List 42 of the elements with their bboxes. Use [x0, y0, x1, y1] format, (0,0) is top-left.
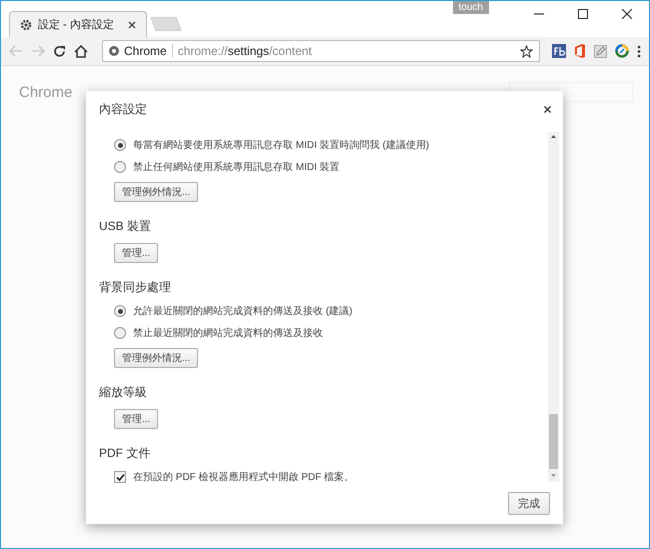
option-label: 禁止最近關閉的網站完成資料的傳送及接收 — [133, 326, 323, 340]
app-title: Chrome — [19, 84, 72, 100]
home-icon[interactable] — [74, 44, 88, 58]
site-label: Chrome — [124, 44, 167, 58]
manage-button[interactable]: 管理例外情況... — [114, 348, 198, 368]
radio-button[interactable] — [114, 139, 126, 151]
circle-logo-icon[interactable] — [615, 44, 629, 58]
radio-button[interactable] — [114, 327, 126, 339]
chrome-logo-icon — [109, 46, 119, 56]
option-label: 每當有網站要使用系統專用訊息存取 MIDI 裝置時詢問我 (建議使用) — [133, 138, 430, 152]
option-label: 在預設的 PDF 檢視器應用程式中開啟 PDF 檔案。 — [133, 470, 354, 484]
edit-square-icon[interactable] — [594, 44, 607, 58]
section-heading: 縮放等級 — [99, 384, 147, 401]
touch-badge: touch — [452, 1, 489, 14]
radio-button[interactable] — [114, 161, 126, 173]
menu-icon[interactable] — [637, 44, 641, 58]
close-icon[interactable] — [544, 106, 551, 113]
manage-button[interactable]: 管理... — [114, 243, 158, 263]
section-heading: PDF 文件 — [99, 445, 150, 462]
option-label: 允許最近關閉的網站完成資料的傳送及接收 (建議) — [133, 304, 352, 318]
address-bar[interactable]: Chrome chrome://settings/content — [102, 40, 540, 62]
manage-button[interactable]: 管理... — [114, 409, 158, 429]
manage-button[interactable]: 管理例外情況... — [114, 182, 198, 202]
done-button[interactable]: 完成 — [508, 492, 550, 514]
scrollbar[interactable] — [548, 132, 559, 482]
section-heading: USB 裝置 — [99, 218, 152, 235]
gear-icon — [20, 18, 32, 30]
section-heading: 背景同步處理 — [99, 279, 171, 296]
star-icon[interactable] — [520, 44, 533, 58]
browser-tab[interactable]: 設定 - 內容設定 — [9, 11, 147, 37]
tab-title: 設定 - 內容設定 — [38, 18, 115, 32]
radio-button[interactable] — [114, 305, 126, 317]
url-text: chrome://settings/content — [178, 44, 312, 58]
office-icon[interactable] — [574, 44, 586, 58]
option-label: 禁止任何網站使用系統專用訊息存取 MIDI 裝置 — [133, 160, 340, 174]
dialog-title: 內容設定 — [99, 101, 147, 118]
checkbox[interactable] — [114, 471, 126, 483]
reload-icon[interactable] — [53, 44, 66, 58]
extension-icon[interactable] — [552, 44, 566, 58]
maximize-icon[interactable] — [578, 9, 588, 19]
close-icon[interactable] — [128, 20, 136, 28]
close-icon[interactable] — [622, 9, 632, 19]
